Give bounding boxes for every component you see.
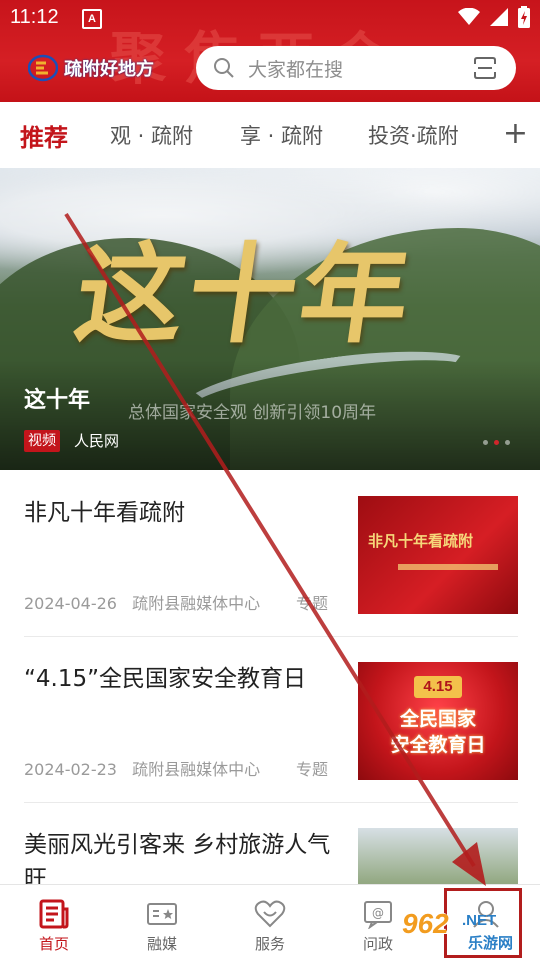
nav-label: 融媒	[146, 935, 177, 953]
carousel-dot[interactable]	[494, 440, 499, 445]
add-tab-button[interactable]: +	[503, 116, 528, 151]
tab-invest-shufu[interactable]: 投资·疏附	[368, 120, 459, 150]
thumb-line: 安全教育日	[390, 734, 486, 756]
news-tag: 专题	[296, 594, 329, 613]
news-thumbnail: 非凡十年看疏附	[358, 496, 518, 614]
hero-source: 人民网	[74, 432, 120, 450]
tab-view-shufu[interactable]: 观 · 疏附	[110, 120, 193, 150]
search-placeholder: 大家都在搜	[248, 58, 344, 81]
thumb-line: 全民国家	[399, 708, 476, 730]
tab-recommend[interactable]: 推荐	[20, 118, 68, 153]
hero-calligraphy: 这十年	[67, 232, 422, 358]
search-icon	[214, 58, 234, 78]
svg-text:@: @	[372, 906, 384, 920]
app-logo[interactable]: 疏附好地方	[28, 54, 154, 82]
video-badge: 视频	[24, 430, 60, 452]
thumb-text: 非凡十年看疏附	[368, 532, 474, 550]
carousel-dot[interactable]	[505, 440, 510, 445]
nav-service[interactable]: 服务	[230, 899, 310, 954]
watermark-net: .NET	[462, 912, 497, 929]
app-header: 聚焦两会 11:12 A 疏附好地方 大家都在搜	[0, 0, 540, 102]
status-bar: 11:12 A	[0, 0, 540, 36]
nav-label: 问政	[362, 935, 393, 953]
news-title: “4.15”全民国家安全教育日	[24, 666, 307, 692]
thumb-ribbon	[398, 564, 498, 570]
news-item[interactable]: “4.15”全民国家安全教育日 2024-02-23 疏附县融媒体中心 专题 4…	[24, 636, 518, 803]
at-ask-icon: @	[364, 901, 392, 929]
hero-title: 这十年	[24, 388, 91, 413]
category-tabs: 推荐 观 · 疏附 享 · 疏附 投资·疏附 +	[0, 102, 540, 169]
hero-subline: 总体国家安全观 创新引领10周年	[128, 403, 377, 423]
news-date: 2024-02-23	[24, 760, 117, 779]
watermark-number: 962	[402, 908, 449, 939]
watermark-site: 乐游网	[468, 934, 514, 952]
heart-service-icon	[254, 900, 286, 928]
news-item[interactable]: 非凡十年看疏附 2024-04-26 疏附县融媒体中心 专题 非凡十年看疏附	[24, 470, 518, 637]
news-source: 疏附县融媒体中心	[132, 760, 261, 779]
news-source: 疏附县融媒体中心	[132, 594, 261, 613]
thumb-badge: 4.15	[414, 676, 462, 698]
news-meta: 2024-02-23 疏附县融媒体中心	[24, 756, 270, 780]
news-date: 2024-04-26	[24, 594, 117, 613]
status-icons	[458, 6, 530, 28]
wifi-icon	[458, 8, 480, 25]
news-title: 非凡十年看疏附	[24, 500, 185, 526]
watermark-logo: 962 .NET 乐游网	[402, 908, 534, 954]
scan-icon[interactable]	[472, 55, 498, 81]
home-news-icon	[39, 899, 69, 929]
news-meta: 2024-04-26 疏附县融媒体中心	[24, 590, 270, 614]
app-notification-icon: A	[82, 9, 102, 29]
hero-carousel[interactable]: 这十年 总体国家安全观 创新引领10周年 这十年 视频 人民网	[0, 168, 540, 470]
nav-label: 服务	[254, 935, 285, 953]
signal-icon	[490, 8, 508, 26]
media-star-icon	[147, 903, 177, 925]
nav-home[interactable]: 首页	[14, 899, 94, 954]
news-tag: 专题	[296, 760, 329, 779]
logo-mark-icon	[28, 54, 58, 82]
battery-icon	[518, 6, 530, 28]
status-time: 11:12	[10, 6, 59, 28]
tab-enjoy-shufu[interactable]: 享 · 疏附	[240, 120, 323, 150]
search-bar[interactable]: 大家都在搜	[196, 46, 516, 90]
news-thumbnail: 4.15 全民国家 安全教育日	[358, 662, 518, 780]
nav-media[interactable]: 融媒	[122, 899, 202, 954]
carousel-dot[interactable]	[483, 440, 488, 445]
nav-label: 首页	[38, 935, 69, 953]
logo-text: 疏附好地方	[64, 59, 154, 80]
carousel-dots	[483, 440, 510, 445]
